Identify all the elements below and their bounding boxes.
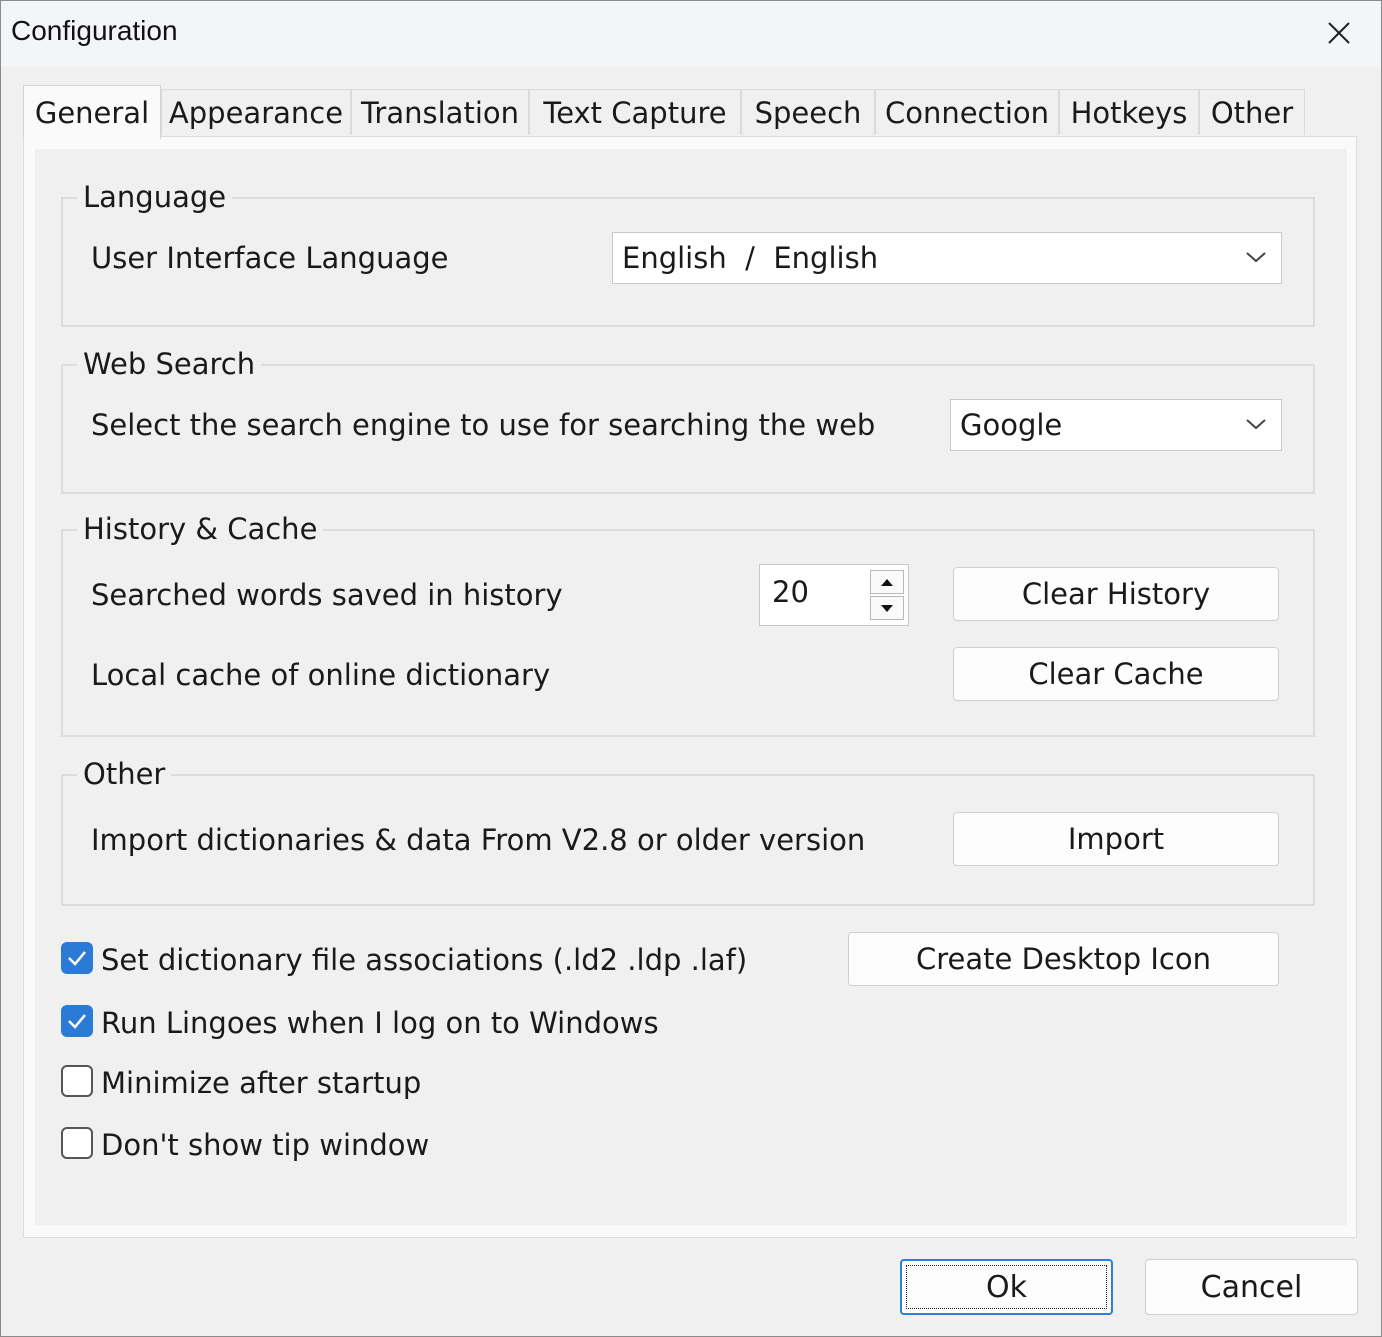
history-cache-group-label: History & Cache — [77, 512, 324, 546]
tab-translation[interactable]: Translation — [351, 89, 529, 135]
file-associations-checkbox[interactable] — [61, 942, 93, 974]
clear-history-button[interactable]: Clear History — [953, 567, 1279, 621]
ok-button-label: Ok — [986, 1269, 1027, 1305]
checkmark-icon — [68, 951, 86, 966]
checkmark-icon — [68, 1014, 86, 1029]
file-associations-label: Set dictionary file associations (.ld2 .… — [101, 943, 748, 977]
history-count-value: 20 — [772, 575, 809, 609]
clear-cache-button[interactable]: Clear Cache — [953, 647, 1279, 701]
tab-hotkeys[interactable]: Hotkeys — [1059, 89, 1199, 135]
ui-language-label: User Interface Language — [91, 241, 449, 275]
ok-button[interactable]: Ok — [900, 1259, 1113, 1315]
history-count-label: Searched words saved in history — [91, 578, 563, 612]
close-button[interactable] — [1301, 5, 1377, 61]
chevron-down-icon — [1246, 419, 1266, 430]
language-group-label: Language — [77, 180, 233, 214]
window-title: Configuration — [11, 15, 178, 46]
search-engine-value: Google — [960, 408, 1063, 442]
ui-language-select[interactable]: English / English — [612, 232, 1282, 284]
search-engine-select[interactable]: Google — [950, 399, 1282, 451]
tab-connection[interactable]: Connection — [875, 89, 1059, 135]
configuration-dialog: Configuration General Appearance Transla… — [0, 0, 1382, 1337]
other-group-label: Other — [77, 757, 172, 791]
chevron-down-icon — [1246, 252, 1266, 263]
run-on-logon-label: Run Lingoes when I log on to Windows — [101, 1006, 659, 1040]
cancel-button[interactable]: Cancel — [1145, 1259, 1358, 1315]
stepper-down-button[interactable] — [870, 596, 904, 620]
tab-speech[interactable]: Speech — [741, 89, 875, 135]
tab-text-capture[interactable]: Text Capture — [529, 89, 741, 135]
stepper-up-button[interactable] — [870, 570, 904, 594]
minimize-startup-label: Minimize after startup — [101, 1066, 422, 1100]
history-cache-group — [61, 529, 1315, 737]
no-tip-window-label: Don't show tip window — [101, 1128, 430, 1162]
triangle-down-icon — [881, 604, 893, 612]
title-bar: Configuration — [1, 1, 1381, 67]
ui-language-value: English / English — [622, 241, 879, 275]
triangle-up-icon — [881, 578, 893, 586]
tab-other[interactable]: Other — [1199, 89, 1305, 135]
no-tip-window-checkbox[interactable] — [61, 1127, 93, 1159]
web-search-group-label: Web Search — [77, 347, 262, 381]
cache-label: Local cache of online dictionary — [91, 658, 551, 692]
search-engine-label: Select the search engine to use for sear… — [91, 408, 876, 442]
import-label: Import dictionaries & data From V2.8 or … — [91, 823, 866, 857]
tab-appearance[interactable]: Appearance — [161, 89, 351, 135]
history-count-stepper[interactable]: 20 — [759, 564, 909, 626]
minimize-startup-checkbox[interactable] — [61, 1065, 93, 1097]
import-button[interactable]: Import — [953, 812, 1279, 866]
tab-general[interactable]: General — [23, 85, 161, 139]
close-icon — [1328, 22, 1350, 44]
create-desktop-icon-button[interactable]: Create Desktop Icon — [848, 932, 1279, 986]
run-on-logon-checkbox[interactable] — [61, 1005, 93, 1037]
